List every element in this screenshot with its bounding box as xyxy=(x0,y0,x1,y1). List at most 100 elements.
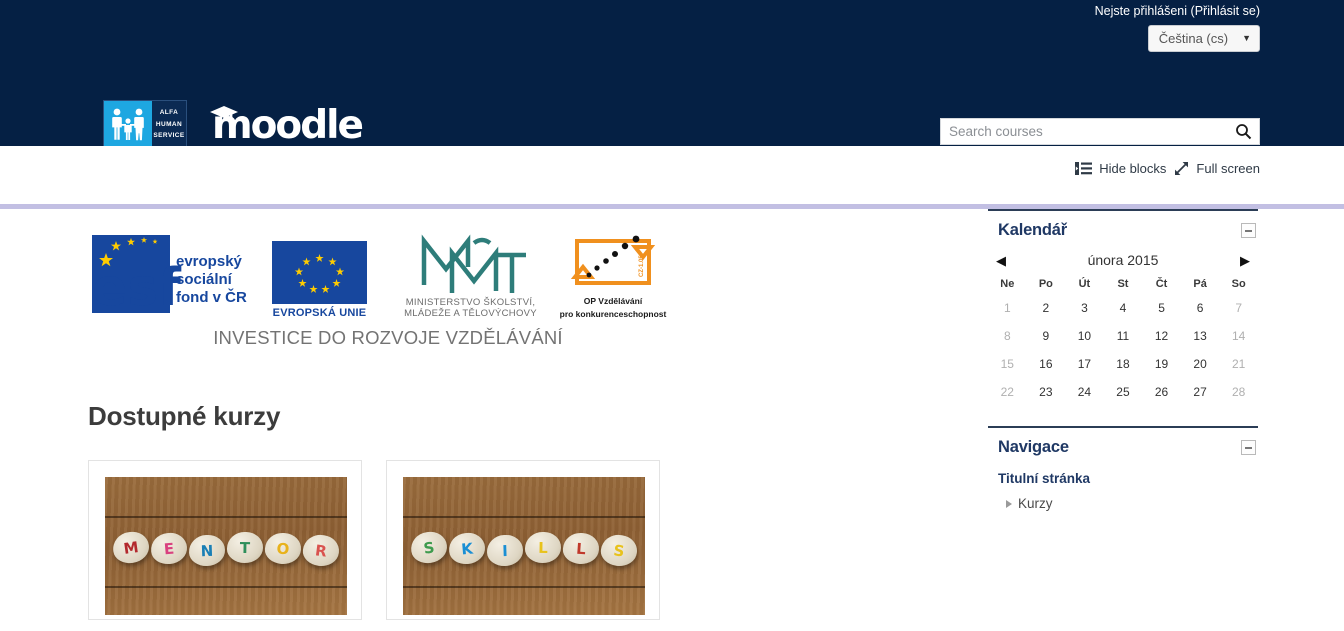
svg-text:fond v ČR: fond v ČR xyxy=(176,288,247,306)
stone-letter: R xyxy=(301,532,341,568)
calendar-block-title: Kalendář xyxy=(998,221,1068,239)
calendar-day-27[interactable]: 27 xyxy=(1181,378,1220,406)
stone-letter: L xyxy=(524,531,562,564)
nav-item-courses[interactable]: Kurzy xyxy=(998,496,1258,511)
investment-caption: INVESTICE DO ROZVOJE VZDĚLÁVÁNÍ xyxy=(213,327,563,348)
svg-text:evropský: evropský xyxy=(176,253,243,270)
stone-letter: I xyxy=(486,534,524,567)
calendar-day-15[interactable]: 15 xyxy=(988,350,1027,378)
minimize-icon[interactable] xyxy=(1241,223,1256,238)
navigation-block: Navigace Titulní stránka Kurzy xyxy=(988,426,1258,521)
stone-letter: E xyxy=(149,531,189,566)
calendar-month-label: února 2015 xyxy=(1087,252,1159,268)
page-title: Dostupné kurzy xyxy=(88,401,281,431)
calendar-day-12[interactable]: 12 xyxy=(1142,322,1181,350)
alfa-human-service-logo: ALFA HUMAN SERVICE xyxy=(103,100,187,150)
alfa-line-3: SERVICE xyxy=(153,132,185,140)
calendar-day-23[interactable]: 23 xyxy=(1027,378,1066,406)
stone-letter: L xyxy=(561,532,601,566)
calendar-week-row: 15 16 17 18 19 20 21 xyxy=(988,350,1258,378)
language-selector[interactable]: Čeština (cs) ▼ xyxy=(1147,25,1260,52)
sidebar: Kalendář ◀ února 2015 ▶ Ne Po Út St Čt Pá So 1… xyxy=(988,209,1258,541)
top-bar: Nejste přihlášeni (Přihlásit se) xyxy=(0,0,1344,22)
site-header: Čeština (cs) ▼ ALFA HUMAN SERVICE moodle… xyxy=(0,22,1344,150)
calendar-day-26[interactable]: 26 xyxy=(1142,378,1181,406)
calendar-weekday-út: Út xyxy=(1078,278,1091,290)
calendar-day-22[interactable]: 22 xyxy=(988,378,1027,406)
calendar-weekday-so: So xyxy=(1231,278,1246,290)
available-courses-list: MENTOR SKILLS xyxy=(88,460,948,620)
calendar-day-7[interactable]: 7 xyxy=(1219,294,1258,322)
search-icon xyxy=(1235,124,1251,140)
calendar-day-19[interactable]: 19 xyxy=(1142,350,1181,378)
calendar-day-28[interactable]: 28 xyxy=(1219,378,1258,406)
calendar-day-21[interactable]: 21 xyxy=(1219,350,1258,378)
plank-seam xyxy=(105,586,347,589)
language-selector-value: Čeština (cs) xyxy=(1158,31,1229,46)
page-tool-strip: Hide blocks Full screen xyxy=(0,146,1344,204)
search-input[interactable] xyxy=(941,119,1227,144)
moodle-wordmark: moodle xyxy=(210,105,364,145)
calendar-day-24[interactable]: 24 xyxy=(1065,378,1104,406)
hide-blocks-button[interactable]: Hide blocks xyxy=(1075,161,1166,176)
search-courses-box[interactable] xyxy=(940,118,1260,145)
calendar-day-17[interactable]: 17 xyxy=(1065,350,1104,378)
site-logo[interactable]: ALFA HUMAN SERVICE moodle xyxy=(103,100,364,150)
eu-flag-icon xyxy=(272,241,367,304)
calendar-day-4[interactable]: 4 xyxy=(1104,294,1143,322)
calendar-table: Ne Po Út St Čt Pá So 1 2 3 4 5 6 7 8 9 10 11 12 13 14 15 16 17… xyxy=(988,274,1258,406)
stone-letters-skills: SKILLS xyxy=(403,529,645,568)
calendar-day-3[interactable]: 3 xyxy=(1065,294,1104,322)
svg-text:sociální: sociální xyxy=(176,271,233,288)
calendar-day-1[interactable]: 1 xyxy=(988,294,1027,322)
calendar-day-6[interactable]: 6 xyxy=(1181,294,1220,322)
calendar-day-16[interactable]: 16 xyxy=(1027,350,1066,378)
stone-letter: O xyxy=(263,532,303,566)
funding-banner: esf evropský sociální fond v ČR EVROPSKÁ… xyxy=(88,209,948,319)
calendar-next-month-button[interactable]: ▶ xyxy=(1240,254,1250,267)
search-button[interactable] xyxy=(1227,119,1259,144)
calendar-prev-month-button[interactable]: ◀ xyxy=(996,254,1006,267)
calendar-day-2[interactable]: 2 xyxy=(1027,294,1066,322)
calendar-day-25[interactable]: 25 xyxy=(1104,378,1143,406)
navigation-tree: Titulní stránka Kurzy xyxy=(988,457,1258,521)
stone-letters-mentor: MENTOR xyxy=(105,529,347,568)
stone-letter: N xyxy=(188,534,226,567)
calendar-day-11[interactable]: 11 xyxy=(1104,322,1143,350)
op-vzdelavani-logo: CZ-1.05 OP Vzdělávání pro konkurencescho… xyxy=(558,227,668,319)
course-card[interactable]: MENTOR xyxy=(88,460,362,620)
family-figures-icon xyxy=(104,101,152,149)
calendar-weekday-row: Ne Po Út St Čt Pá So xyxy=(988,274,1258,294)
nav-item-courses-label: Kurzy xyxy=(1018,496,1053,511)
calendar-day-5[interactable]: 5 xyxy=(1142,294,1181,322)
course-card[interactable]: SKILLS xyxy=(386,460,660,620)
calendar-day-14[interactable]: 14 xyxy=(1219,322,1258,350)
plank-seam xyxy=(403,515,645,518)
calendar-day-10[interactable]: 10 xyxy=(1065,322,1104,350)
blocks-list-icon xyxy=(1075,162,1093,175)
alfa-line-2: HUMAN xyxy=(155,120,183,128)
calendar-weekday-st: St xyxy=(1117,278,1129,290)
opvk-caption-line-2: pro konkurenceschopnost xyxy=(559,309,667,319)
esf-logo: esf evropský sociální fond v ČR xyxy=(88,231,266,319)
calendar-weekday-čt: Čt xyxy=(1155,278,1168,290)
minimize-icon[interactable] xyxy=(1241,440,1256,455)
login-status: Nejste přihlášeni (Přihlásit se) xyxy=(1095,1,1260,21)
calendar-day-18[interactable]: 18 xyxy=(1104,350,1143,378)
chevron-right-icon xyxy=(1006,499,1012,508)
full-screen-button[interactable]: Full screen xyxy=(1174,161,1260,176)
navigation-block-title: Navigace xyxy=(998,438,1069,456)
calendar-day-13[interactable]: 13 xyxy=(1181,322,1220,350)
calendar-week-row: 22 23 24 25 26 27 28 xyxy=(988,378,1258,406)
calendar-week-row: 8 9 10 11 12 13 14 xyxy=(988,322,1258,350)
nav-item-front-page[interactable]: Titulní stránka xyxy=(998,471,1258,486)
calendar-day-9[interactable]: 9 xyxy=(1027,322,1066,350)
calendar-block: Kalendář ◀ února 2015 ▶ Ne Po Út St Čt Pá So 1… xyxy=(988,209,1258,406)
stone-letter: M xyxy=(111,529,151,566)
calendar-weekday-po: Po xyxy=(1038,278,1053,290)
login-link[interactable]: (Přihlásit se) xyxy=(1191,4,1260,18)
navigation-block-header: Navigace xyxy=(988,438,1258,457)
calendar-day-20[interactable]: 20 xyxy=(1181,350,1220,378)
expand-arrows-icon xyxy=(1175,162,1189,175)
calendar-day-8[interactable]: 8 xyxy=(988,322,1027,350)
